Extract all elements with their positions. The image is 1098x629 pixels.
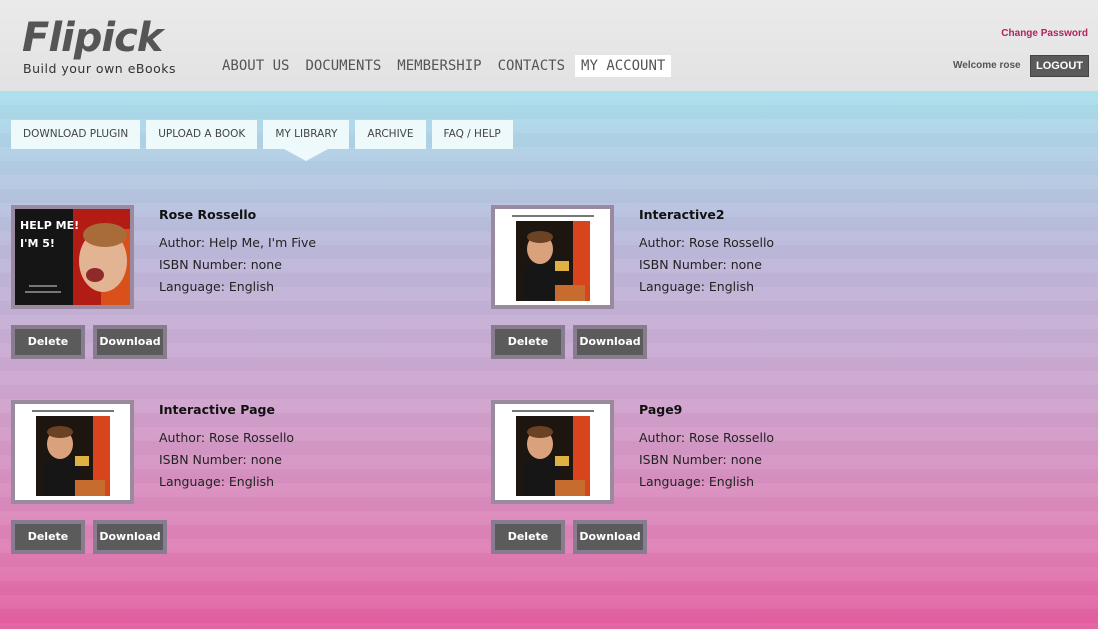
book-language: Language: English (159, 474, 275, 489)
page-photo (495, 404, 610, 500)
book-language: Language: English (159, 279, 275, 294)
book-title[interactable]: Interactive Page (159, 402, 275, 417)
book-author: Author: Help Me, I'm Five (159, 235, 317, 250)
main-nav: ABOUT US DOCUMENTS MEMBERSHIP CONTACTS M… (216, 55, 675, 77)
download-button[interactable]: Download (573, 520, 647, 554)
library-area: DOWNLOAD PLUGIN UPLOAD A BOOK MY LIBRARY… (0, 91, 1098, 629)
book-thumbnail[interactable]: HELP ME! I'M 5! (11, 205, 134, 309)
cover-text: HELP ME! I'M 5! (20, 219, 80, 250)
change-password-link[interactable]: Change Password (1001, 28, 1088, 39)
delete-button[interactable]: Delete (11, 325, 85, 359)
book-card: Interactive2 Author: Rose Rossello ISBN … (491, 205, 931, 365)
download-label: Download (577, 524, 643, 550)
delete-button[interactable]: Delete (11, 520, 85, 554)
book-title[interactable]: Interactive2 (639, 207, 725, 222)
cover-image: HELP ME! I'M 5! (15, 209, 130, 305)
site-header: Flipick Build your own eBooks ABOUT US D… (0, 0, 1098, 91)
page-image (495, 404, 610, 500)
download-button[interactable]: Download (573, 325, 647, 359)
tab-download-plugin[interactable]: DOWNLOAD PLUGIN (11, 120, 141, 149)
download-label: Download (97, 524, 163, 550)
book-thumbnail[interactable] (11, 400, 134, 504)
logout-button[interactable]: LOGOUT (1030, 55, 1089, 77)
logo-tagline: Build your own eBooks (23, 61, 177, 76)
book-isbn: ISBN Number: none (159, 257, 282, 272)
book-author: Author: Rose Rossello (639, 430, 775, 445)
book-author: Author: Rose Rossello (639, 235, 775, 250)
book-thumbnail[interactable] (491, 205, 614, 309)
page-image (495, 209, 610, 305)
delete-label: Delete (15, 524, 81, 550)
book-title[interactable]: Rose Rossello (159, 207, 256, 222)
delete-label: Delete (495, 329, 561, 355)
delete-label: Delete (15, 329, 81, 355)
download-button[interactable]: Download (93, 325, 167, 359)
welcome-text: Welcome rose (953, 60, 1021, 71)
book-thumbnail[interactable] (491, 400, 614, 504)
page-image (15, 404, 130, 500)
nav-documents[interactable]: DOCUMENTS (299, 55, 387, 77)
book-isbn: ISBN Number: none (159, 452, 282, 467)
nav-my-account[interactable]: MY ACCOUNT (575, 55, 672, 77)
book-language: Language: English (639, 279, 755, 294)
tab-faq-help[interactable]: FAQ / HELP (431, 120, 513, 149)
book-card: Interactive Page Author: Rose Rossello I… (11, 400, 451, 560)
tab-upload-a-book[interactable]: UPLOAD A BOOK (146, 120, 258, 149)
book-card: Page9 Author: Rose Rossello ISBN Number:… (491, 400, 931, 560)
nav-contacts[interactable]: CONTACTS (492, 55, 571, 77)
book-isbn: ISBN Number: none (639, 452, 762, 467)
flipick-logo[interactable]: Flipick (22, 16, 163, 60)
page-photo (495, 209, 610, 305)
tab-my-library[interactable]: MY LIBRARY (263, 120, 350, 161)
download-button[interactable]: Download (93, 520, 167, 554)
delete-button[interactable]: Delete (491, 520, 565, 554)
download-label: Download (97, 329, 163, 355)
delete-label: Delete (495, 524, 561, 550)
book-language: Language: English (639, 474, 755, 489)
book-title[interactable]: Page9 (639, 402, 682, 417)
nav-membership[interactable]: MEMBERSHIP (391, 55, 487, 77)
nav-about-us[interactable]: ABOUT US (216, 55, 295, 77)
book-author: Author: Rose Rossello (159, 430, 295, 445)
download-label: Download (577, 329, 643, 355)
delete-button[interactable]: Delete (491, 325, 565, 359)
page-photo (15, 404, 130, 500)
tab-archive[interactable]: ARCHIVE (355, 120, 426, 149)
account-subnav: DOWNLOAD PLUGIN UPLOAD A BOOK MY LIBRARY… (11, 120, 519, 161)
book-isbn: ISBN Number: none (639, 257, 762, 272)
book-card: HELP ME! I'M 5! Rose Rossello Author: He… (11, 205, 451, 365)
